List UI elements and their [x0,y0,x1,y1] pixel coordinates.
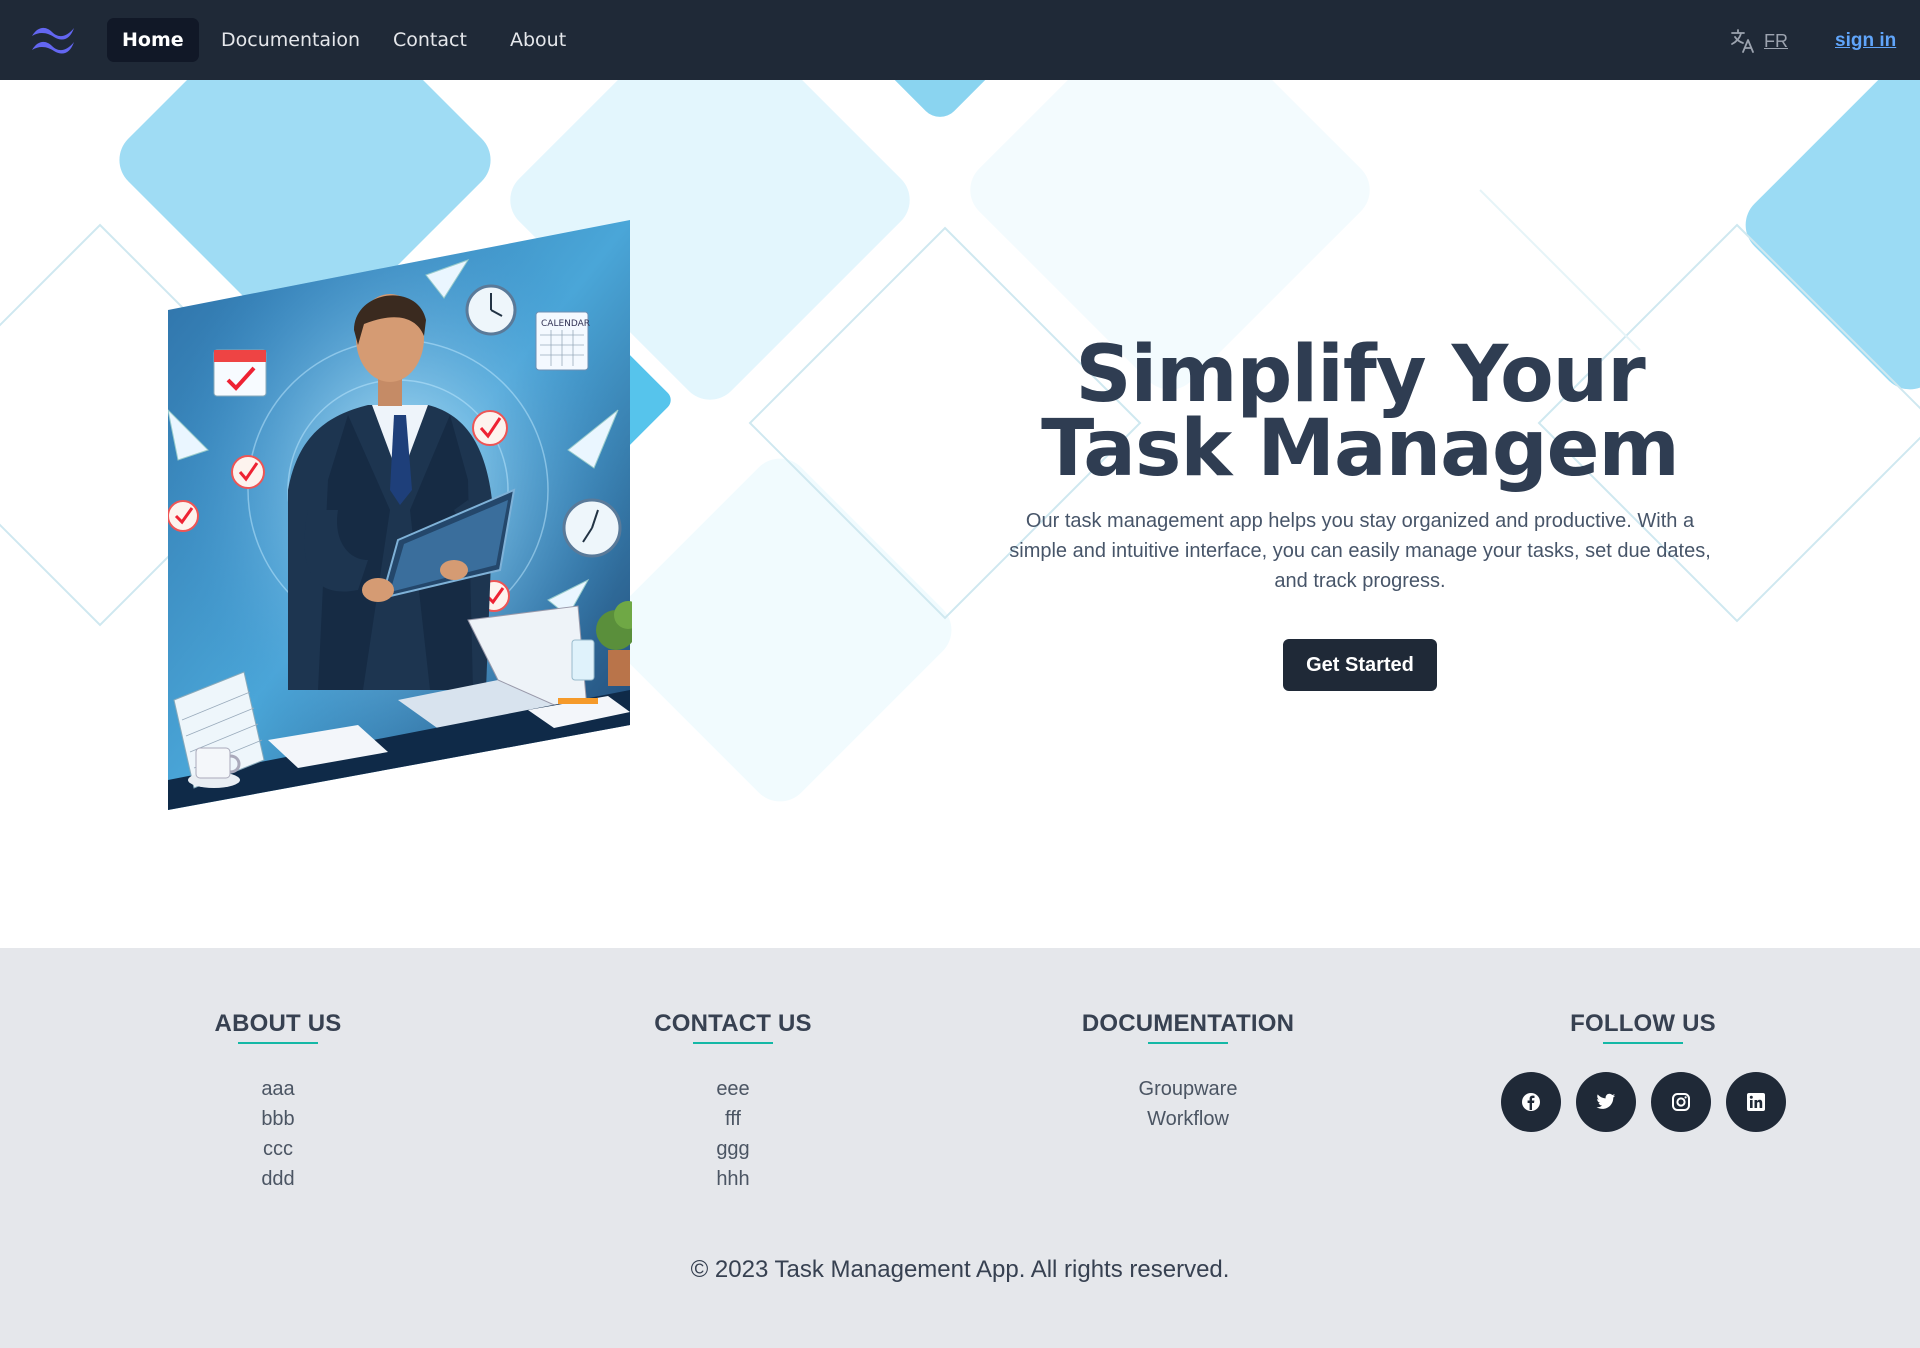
footer-documentation-list: Groupware Workflow [1008,1074,1368,1134]
wave-logo-icon[interactable] [28,22,78,58]
sign-in-link[interactable]: sign in [1835,26,1896,56]
instagram-icon [1671,1093,1690,1111]
hero-title: Simplify Your Task Managem [1041,330,1680,494]
footer-heading-follow: FOLLOW US [1570,1010,1716,1044]
footer-heading-about: ABOUT US [214,1010,342,1044]
footer-link[interactable]: ddd [98,1164,458,1194]
linkedin-button[interactable] [1725,1072,1786,1132]
footer-link[interactable]: Groupware [1008,1074,1368,1104]
footer-link[interactable]: ccc [98,1134,458,1164]
social-links [1463,1072,1823,1132]
nav-contact[interactable]: Contact [378,18,482,62]
footer-link[interactable]: eee [553,1074,913,1104]
heading-underline [238,1042,318,1044]
footer-documentation-column: DOCUMENTATION Groupware Workflow [1008,1010,1368,1134]
footer-contact-column: CONTACT US eee fff ggg hhh [553,1010,913,1194]
facebook-button[interactable] [1500,1072,1561,1132]
instagram-button[interactable] [1650,1072,1711,1132]
footer-link[interactable]: ggg [553,1134,913,1164]
footer-link[interactable]: fff [553,1104,913,1134]
copyright-text: © 2023 Task Management App. All rights r… [690,1256,1230,1283]
translate-icon [1731,29,1754,53]
twitter-button[interactable] [1575,1072,1636,1132]
footer-link[interactable]: bbb [98,1104,458,1134]
footer-heading-contact: CONTACT US [654,1010,812,1044]
hero-illustration: CALENDAR [168,220,632,810]
language-label: FR [1764,30,1788,51]
footer: ABOUT US aaa bbb ccc ddd CONTACT US eee … [0,948,1920,1348]
footer-contact-list: eee fff ggg hhh [553,1074,913,1194]
nav-documentation[interactable]: Documentaion [206,18,375,62]
footer-follow-column: FOLLOW US [1463,1010,1823,1132]
hero-section: CALENDAR Simplify Your Task Managem Our … [0,80,1920,948]
get-started-button[interactable]: Get Started [1283,639,1437,691]
footer-heading-text: DOCUMENTATION [1081,1010,1295,1037]
footer-link[interactable]: hhh [553,1164,913,1194]
nav-home[interactable]: Home [107,18,199,62]
footer-about-column: ABOUT US aaa bbb ccc ddd [98,1010,458,1194]
language-switcher[interactable]: FR [1730,26,1788,56]
footer-about-list: aaa bbb ccc ddd [98,1074,458,1194]
nav-about[interactable]: About [495,18,581,62]
footer-heading-documentation: DOCUMENTATION [1081,1010,1295,1044]
illustration-calendar-label: CALENDAR [541,319,590,329]
hero-description: Our task management app helps you stay o… [1009,510,1711,592]
footer-link[interactable]: aaa [98,1074,458,1104]
heading-underline [1147,1042,1228,1044]
footer-link[interactable]: Workflow [1008,1104,1368,1134]
footer-heading-text: FOLLOW US [1570,1010,1716,1037]
top-navbar: Home Documentaion Contact About FR sign … [0,0,1920,80]
footer-heading-text: CONTACT US [654,1010,812,1037]
heading-underline [1603,1042,1683,1044]
footer-heading-text: ABOUT US [214,1010,342,1037]
twitter-icon [1595,1093,1615,1109]
facebook-icon [1521,1093,1540,1111]
linkedin-icon [1746,1093,1765,1111]
heading-underline [692,1042,773,1044]
